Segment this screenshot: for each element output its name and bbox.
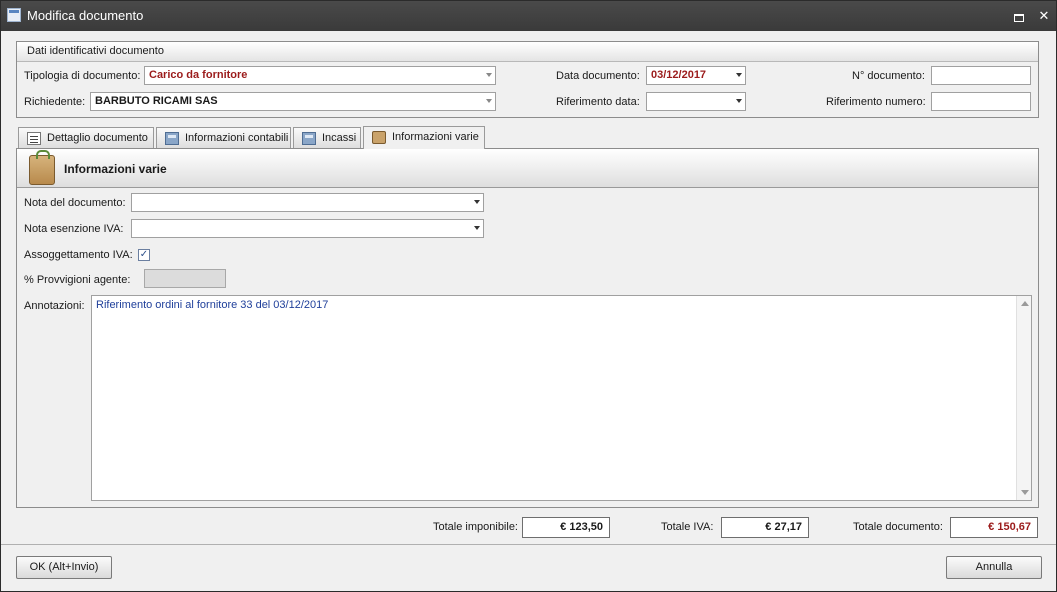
- annotazioni-label: Annotazioni:: [24, 300, 85, 312]
- tipologia-label: Tipologia di documento:: [24, 70, 141, 82]
- tipologia-dropdown[interactable]: Carico da fornitore: [144, 66, 496, 85]
- data-documento-value: 03/12/2017: [651, 69, 707, 81]
- totale-iva-label: Totale IVA:: [661, 521, 714, 533]
- ok-button[interactable]: OK (Alt+Invio): [16, 556, 112, 579]
- close-icon[interactable]: ✕: [1035, 7, 1053, 25]
- group-title: Dati identificativi documento: [17, 42, 1038, 62]
- nota-esenzione-iva-label: Nota esenzione IVA:: [24, 223, 124, 235]
- tab-dettaglio-documento[interactable]: Dettaglio documento: [18, 127, 154, 149]
- totale-imponibile-label: Totale imponibile:: [433, 521, 518, 533]
- assoggettamento-iva-label: Assoggettamento IVA:: [24, 249, 133, 261]
- window-title: Modifica documento: [27, 8, 144, 23]
- chevron-down-icon: [474, 200, 480, 204]
- totale-iva-value: € 27,17: [721, 517, 809, 538]
- chevron-down-icon: [486, 99, 492, 103]
- scroll-down-icon[interactable]: [1021, 490, 1029, 495]
- calculator-icon: [302, 132, 316, 145]
- nota-documento-label: Nota del documento:: [24, 197, 126, 209]
- informazioni-varie-panel: Informazioni varie Nota del documento: N…: [16, 148, 1039, 508]
- panel-header: Informazioni varie: [17, 149, 1038, 188]
- chevron-down-icon: [486, 73, 492, 77]
- riferimento-numero-label: Riferimento numero:: [826, 96, 926, 108]
- tab-label: Dettaglio documento: [47, 132, 148, 144]
- annulla-button[interactable]: Annulla: [946, 556, 1042, 579]
- modifica-documento-window: Modifica documento ✕ Dati identificativi…: [0, 0, 1057, 592]
- tab-label: Informazioni contabili: [185, 132, 289, 144]
- dati-identificativi-group: Dati identificativi documento Tipologia …: [16, 41, 1039, 118]
- numero-documento-label: N° documento:: [852, 70, 925, 82]
- data-documento-picker[interactable]: 03/12/2017: [646, 66, 746, 85]
- provvigioni-agente-input: [144, 269, 226, 288]
- tab-label: Informazioni varie: [392, 131, 479, 143]
- scroll-up-icon[interactable]: [1021, 301, 1029, 306]
- riferimento-numero-input[interactable]: [931, 92, 1031, 111]
- riferimento-data-label: Riferimento data:: [556, 96, 640, 108]
- provvigioni-agente-label: % Provvigioni agente:: [24, 274, 131, 286]
- tab-label: Incassi: [322, 132, 357, 144]
- tab-informazioni-varie[interactable]: Informazioni varie: [363, 126, 485, 149]
- chevron-down-icon: [474, 226, 480, 230]
- footer-divider: [1, 544, 1056, 545]
- bag-icon: [372, 131, 386, 144]
- chevron-down-icon: [736, 73, 742, 77]
- richiedente-dropdown[interactable]: BARBUTO RICAMI SAS: [90, 92, 496, 111]
- totale-imponibile-value: € 123,50: [522, 517, 610, 538]
- panel-title: Informazioni varie: [64, 162, 167, 176]
- tipologia-value: Carico da fornitore: [149, 69, 248, 81]
- chevron-down-icon: [736, 99, 742, 103]
- data-documento-label: Data documento:: [556, 70, 640, 82]
- totale-documento-label: Totale documento:: [853, 521, 943, 533]
- window-app-icon: [7, 8, 21, 22]
- shopping-bag-icon: [29, 150, 55, 185]
- nota-esenzione-iva-dropdown[interactable]: [131, 219, 484, 238]
- nota-documento-dropdown[interactable]: [131, 193, 484, 212]
- riferimento-data-picker[interactable]: [646, 92, 746, 111]
- minimize-icon[interactable]: [1009, 7, 1027, 25]
- tab-incassi[interactable]: Incassi: [293, 127, 361, 149]
- richiedente-value: BARBUTO RICAMI SAS: [95, 95, 218, 107]
- list-icon: [27, 132, 41, 145]
- richiedente-label: Richiedente:: [24, 96, 86, 108]
- assoggettamento-iva-checkbox[interactable]: ✓: [138, 249, 150, 261]
- totale-documento-value: € 150,67: [950, 517, 1038, 538]
- annotazioni-textarea[interactable]: Riferimento ordini al fornitore 33 del 0…: [91, 295, 1032, 501]
- annotazioni-text: Riferimento ordini al fornitore 33 del 0…: [96, 299, 329, 311]
- tab-informazioni-contabili[interactable]: Informazioni contabili: [156, 127, 291, 149]
- title-bar: Modifica documento ✕: [1, 1, 1056, 31]
- numero-documento-input[interactable]: [931, 66, 1031, 85]
- notes-scrollbar[interactable]: [1016, 296, 1031, 500]
- calculator-icon: [165, 132, 179, 145]
